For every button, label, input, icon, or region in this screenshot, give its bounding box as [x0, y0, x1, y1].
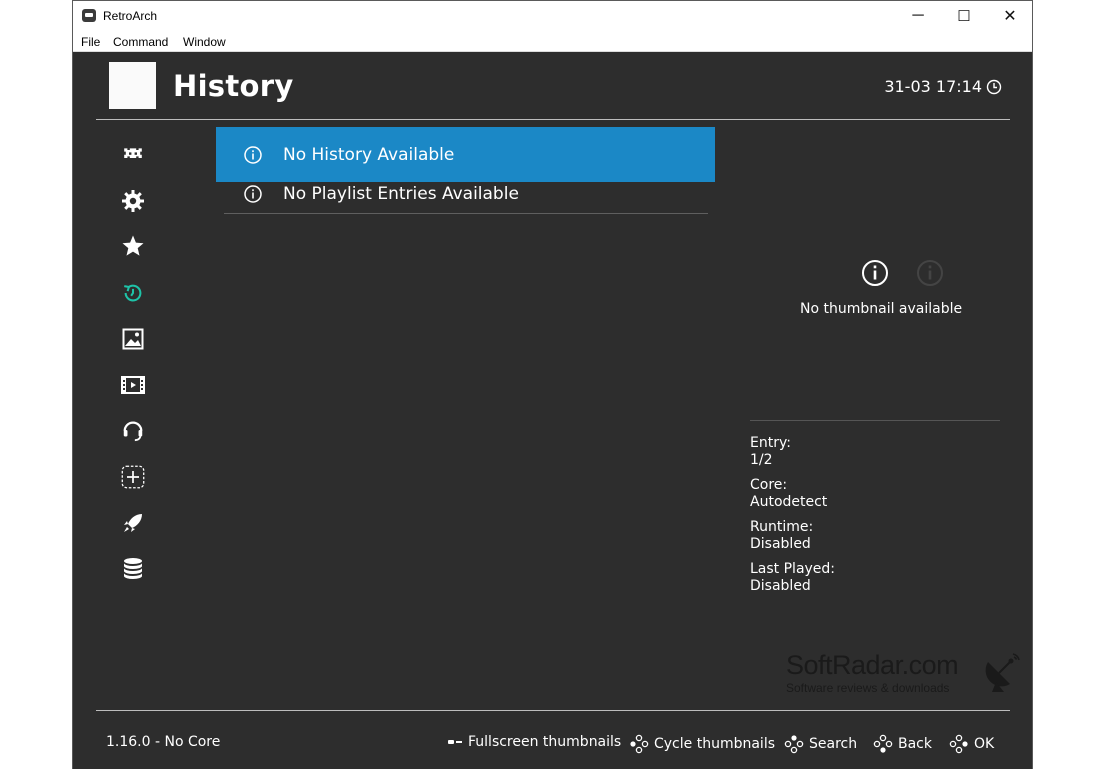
hint-back[interactable]: Back: [873, 734, 932, 754]
maximize-button[interactable]: ☐: [941, 1, 987, 31]
hint-label: Search: [809, 736, 858, 752]
details-divider: [750, 420, 1000, 421]
version-label: 1.16.0 - No Core: [106, 734, 221, 750]
core-label: Core:: [750, 477, 788, 493]
window-title: RetroArch: [103, 9, 158, 23]
list-item-label[interactable]: No Playlist Entries Available: [283, 184, 519, 204]
clock: 31-03 17:14: [884, 77, 1002, 96]
entry-label: Entry:: [750, 435, 791, 451]
hint-label: Back: [898, 736, 932, 752]
runtime-value: Disabled: [750, 536, 811, 552]
settings-gear-icon[interactable]: [121, 189, 145, 213]
entry-value: 1/2: [750, 452, 773, 468]
footer-divider: [96, 710, 1010, 711]
menu-command[interactable]: Command: [113, 35, 168, 49]
hint-label: Cycle thumbnails: [654, 736, 775, 752]
satellite-dish-icon: [985, 653, 1020, 692]
core-value: Autodetect: [750, 494, 828, 510]
retroarch-app-icon: [82, 9, 96, 22]
close-button[interactable]: ✕: [987, 1, 1033, 31]
list-divider: [224, 213, 708, 214]
watermark-subtitle: Software reviews & downloads: [786, 681, 950, 695]
clock-icon: [986, 79, 1002, 94]
gamepad-buttons-icon: [873, 734, 893, 753]
database-icon[interactable]: [121, 557, 145, 581]
gamepad-buttons-icon: [949, 734, 968, 754]
info-icon: [917, 260, 943, 286]
gamepad-buttons-icon: [784, 735, 804, 754]
explore-rocket-icon[interactable]: [121, 511, 145, 535]
header-divider: [96, 119, 1010, 120]
videos-film-icon[interactable]: [121, 373, 145, 397]
list-item-label: No History Available: [283, 145, 455, 165]
hint-label: Fullscreen thumbnails: [468, 734, 622, 750]
header-thumbnail: [109, 62, 156, 109]
title-bar[interactable]: RetroArch ─ ☐ ✕: [73, 1, 1032, 31]
clock-text: 31-03 17:14: [884, 77, 982, 96]
watermark-title: SoftRadar.com: [786, 650, 959, 680]
select-button-icon: [448, 740, 462, 744]
main-menu-invader-icon[interactable]: [121, 142, 145, 166]
menu-window[interactable]: Window: [183, 35, 226, 49]
runtime-label: Runtime:: [750, 519, 814, 535]
favorites-star-icon[interactable]: [121, 234, 145, 258]
gamepad-buttons-icon: [630, 734, 649, 754]
import-content-plus-icon[interactable]: [121, 465, 145, 489]
hint-search[interactable]: Search: [784, 734, 857, 754]
page-title: History: [173, 69, 294, 103]
info-icon: [244, 185, 262, 203]
minimize-button[interactable]: ─: [895, 1, 941, 31]
thumbnail-status: No thumbnail available: [800, 301, 963, 317]
last-played-label: Last Played:: [750, 561, 836, 577]
hint-cycle-thumbnails[interactable]: Cycle thumbnails: [629, 734, 775, 754]
images-icon[interactable]: [121, 327, 145, 351]
info-icon: [862, 260, 888, 286]
last-played-value: Disabled: [750, 578, 811, 594]
menu-file[interactable]: File: [81, 35, 100, 49]
netplay-headset-icon[interactable]: [121, 418, 145, 442]
hint-fullscreen-thumbnails[interactable]: Fullscreen thumbnails: [447, 734, 621, 750]
hint-ok[interactable]: OK: [949, 734, 994, 754]
menu-bar: File Command Window: [73, 31, 1032, 52]
softradar-watermark: SoftRadar.com Software reviews & downloa…: [786, 650, 1026, 700]
history-icon[interactable]: [121, 281, 145, 305]
hint-label: OK: [974, 736, 995, 752]
info-icon: [244, 146, 262, 164]
